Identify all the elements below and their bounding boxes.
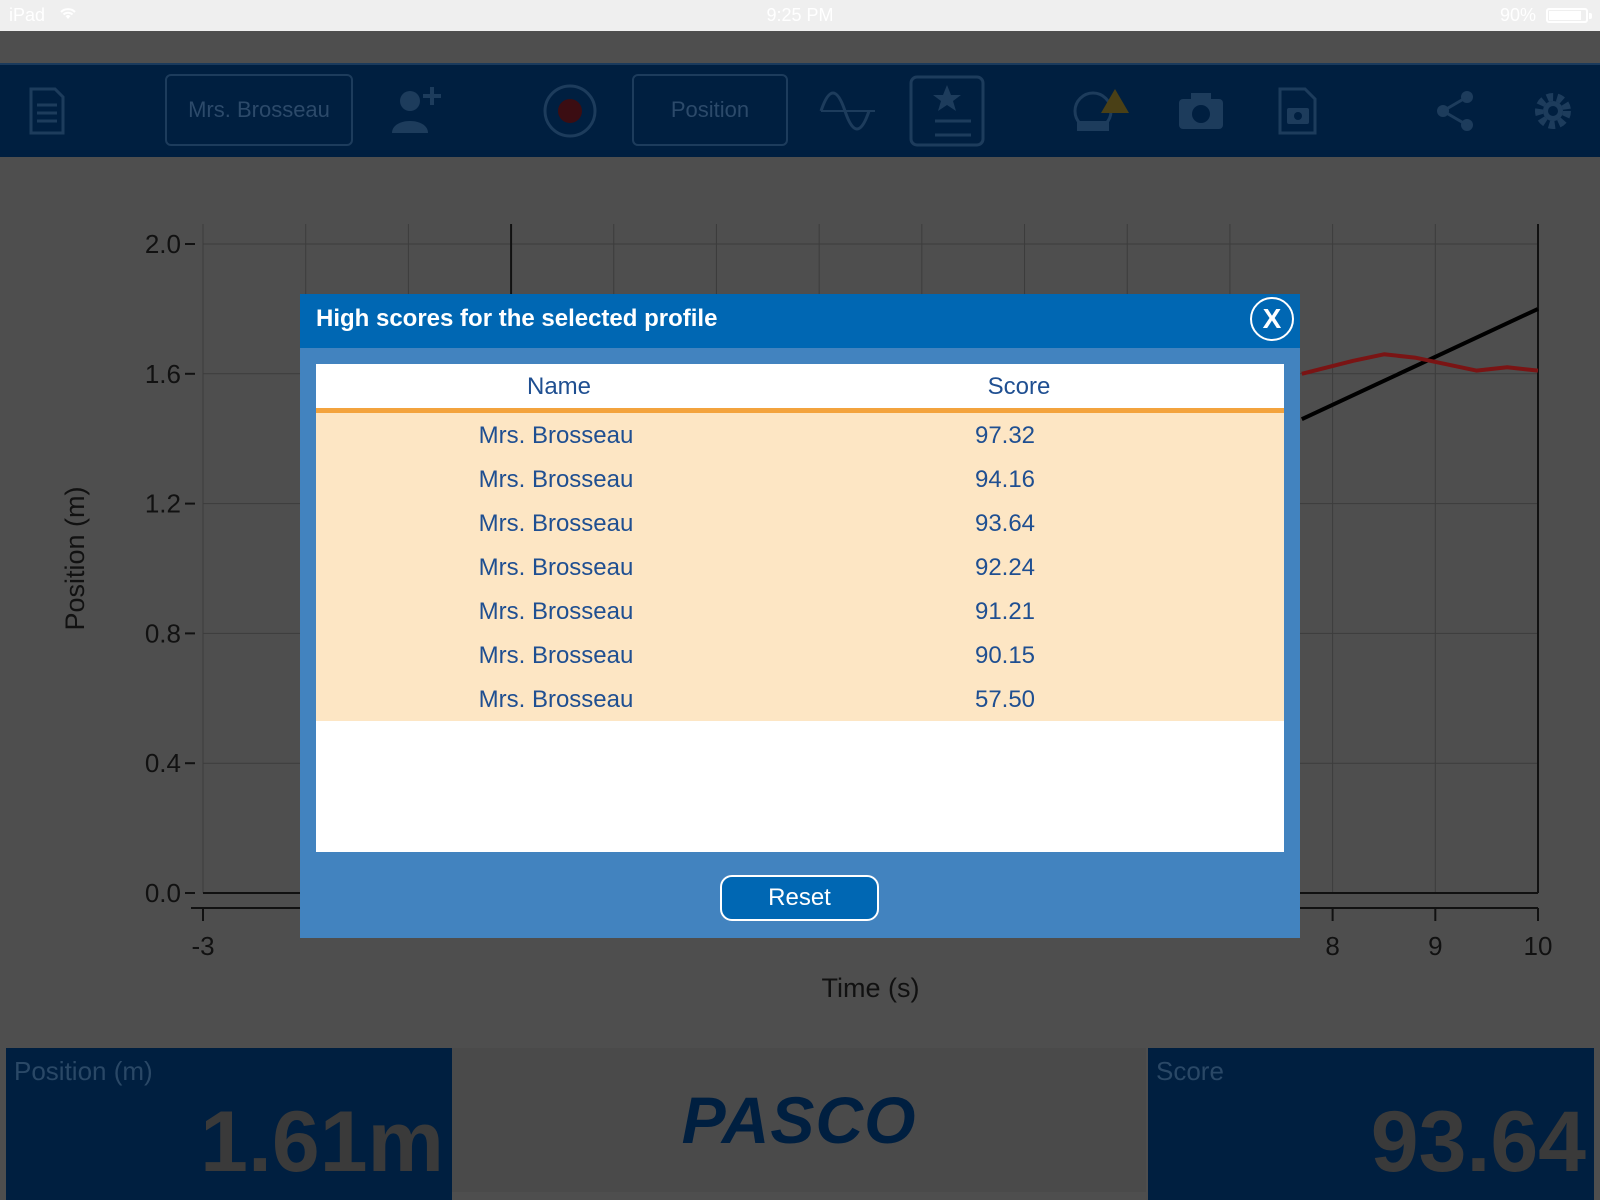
score-meter-label: Score	[1156, 1056, 1224, 1086]
document-icon[interactable]	[22, 65, 72, 157]
table-row[interactable]: Mrs. Brosseau 93.64	[316, 501, 1284, 545]
x-axis-label: Time (s)	[822, 973, 920, 1003]
x-tick-label: 8	[1325, 931, 1339, 961]
y-tick-label: 1.2	[145, 489, 181, 519]
y-tick-label: 0.4	[145, 748, 181, 778]
row-score: 91.21	[974, 598, 1036, 625]
table-row[interactable]: Mrs. Brosseau 91.21	[316, 589, 1284, 633]
position-meter-value: 1.61m	[200, 1094, 444, 1190]
row-score: 93.64	[974, 510, 1036, 537]
high-scores-table: Name Score Mrs. Brosseau 97.32 Mrs. Brosse…	[316, 364, 1284, 852]
row-score: 90.15	[974, 642, 1036, 669]
sensor-warning-icon[interactable]	[1071, 65, 1131, 157]
y-tick-label: 1.6	[145, 359, 181, 389]
column-header-name[interactable]: Name	[484, 373, 634, 401]
close-button[interactable]: X	[1250, 297, 1294, 341]
waveform-icon[interactable]	[818, 65, 878, 157]
row-name: Mrs. Brosseau	[478, 554, 634, 581]
column-header-score[interactable]: Score	[944, 373, 1094, 401]
reset-button[interactable]: Reset	[720, 875, 879, 921]
bottom-panel: Position (m) 1.61m PASCO Score 93.64	[0, 1040, 1600, 1200]
row-name: Mrs. Brosseau	[478, 686, 634, 713]
row-name: Mrs. Brosseau	[478, 642, 634, 669]
row-name: Mrs. Brosseau	[478, 598, 634, 625]
x-tick-label: 9	[1428, 931, 1442, 961]
table-row[interactable]: Mrs. Brosseau 97.32	[316, 413, 1284, 457]
score-meter-value: 93.64	[1370, 1094, 1586, 1190]
y-tick-label: 2.0	[145, 229, 181, 259]
camera-icon[interactable]	[1176, 65, 1226, 157]
profile-button[interactable]: Mrs. Brosseau	[165, 74, 353, 146]
battery-icon	[1546, 8, 1592, 23]
battery-percent: 90%	[1499, 5, 1536, 25]
add-user-icon[interactable]	[386, 65, 446, 157]
score-meter[interactable]: Score 93.64	[1148, 1048, 1594, 1200]
row-name: Mrs. Brosseau	[478, 422, 634, 449]
position-meter[interactable]: Position (m) 1.61m	[6, 1048, 452, 1200]
table-row[interactable]: Mrs. Brosseau 57.50	[316, 677, 1284, 721]
snapshot-document-icon[interactable]	[1275, 65, 1321, 157]
table-header: Name Score	[316, 364, 1284, 413]
dialog-title: High scores for the selected profile	[316, 305, 718, 332]
share-icon[interactable]	[1430, 65, 1480, 157]
dialog-header: High scores for the selected profile X	[300, 294, 1300, 348]
y-axis-label: Position (m)	[60, 486, 90, 630]
toolbar: Mrs. Brosseau Position	[0, 63, 1600, 157]
status-bar: iPad 9:25 PM 90%	[0, 0, 1600, 31]
row-score: 57.50	[974, 686, 1036, 713]
row-score: 94.16	[974, 466, 1036, 493]
measurement-button[interactable]: Position	[632, 74, 788, 146]
high-scores-dialog: High scores for the selected profile X N…	[300, 294, 1300, 938]
high-scores-icon[interactable]	[909, 65, 985, 157]
gear-icon[interactable]	[1528, 65, 1578, 157]
battery-fill	[1549, 11, 1582, 20]
record-icon[interactable]	[540, 65, 600, 157]
table-row[interactable]: Mrs. Brosseau 92.24	[316, 545, 1284, 589]
status-time: 9:25 PM	[766, 5, 834, 25]
y-tick-label: 0.8	[145, 618, 181, 648]
table-row[interactable]: Mrs. Brosseau 90.15	[316, 633, 1284, 677]
pasco-logo: PASCO	[681, 1083, 917, 1157]
row-score: 92.24	[974, 554, 1036, 581]
x-tick-label: 10	[1524, 931, 1553, 961]
x-tick-label: -3	[191, 931, 214, 961]
y-tick-label: 0.0	[145, 878, 181, 908]
row-name: Mrs. Brosseau	[478, 466, 634, 493]
logo-panel: PASCO	[452, 1048, 1146, 1192]
row-name: Mrs. Brosseau	[478, 510, 634, 537]
table-row[interactable]: Mrs. Brosseau 94.16	[316, 457, 1284, 501]
position-meter-label: Position (m)	[14, 1056, 153, 1086]
table-body: Mrs. Brosseau 97.32 Mrs. Brosseau 94.16 Mrs.…	[316, 413, 1284, 721]
row-score: 97.32	[974, 422, 1036, 449]
